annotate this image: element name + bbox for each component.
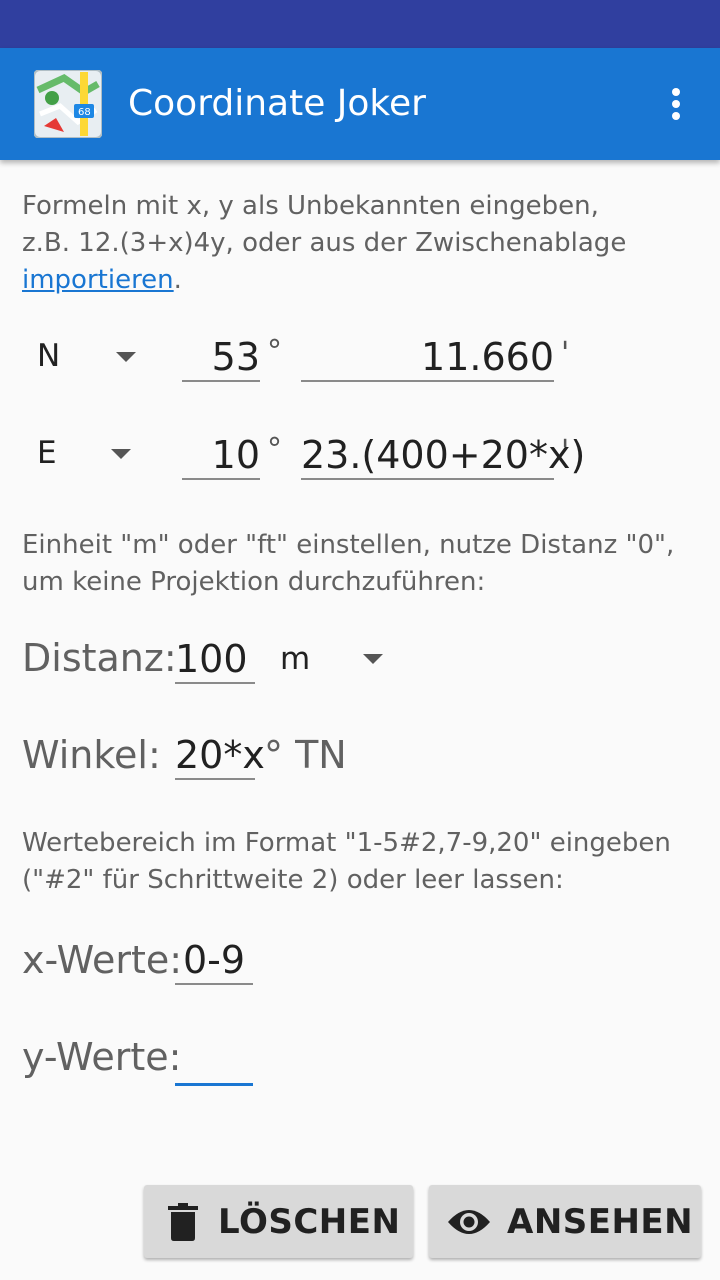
angle-unit: ° TN <box>264 733 347 777</box>
lat-hemisphere-select[interactable]: N <box>37 338 60 374</box>
projection-hint: Einheit "m" oder "ft" einstellen, nutze … <box>22 527 702 601</box>
y-values-field[interactable] <box>175 1038 253 1086</box>
app-bar: 68 Coordinate Joker <box>0 48 720 160</box>
lon-minute-symbol: ' <box>561 434 570 469</box>
intro-period: . <box>173 265 182 295</box>
x-values-label: x-Werte: <box>22 938 183 982</box>
distance-label: Distanz: <box>22 636 177 680</box>
projection-hint-line-1: Einheit "m" oder "ft" einstellen, nutze … <box>22 530 675 560</box>
distance-field[interactable]: 100 <box>175 636 255 684</box>
lat-minute-symbol: ' <box>561 336 570 371</box>
distance-unit-select[interactable]: m <box>280 641 310 677</box>
view-button-label: ANSEHEN <box>507 1201 694 1242</box>
intro-line-2: z.B. 12.(3+x)4y, oder aus der Zwischenab… <box>22 228 627 258</box>
import-link[interactable]: importieren <box>22 265 174 295</box>
lon-hemisphere-select[interactable]: E <box>37 435 57 471</box>
lon-dropdown-icon[interactable] <box>111 449 131 459</box>
range-hint-line-2: ("#2" für Schrittweite 2) oder leer lass… <box>22 865 564 895</box>
view-button[interactable]: ANSEHEN <box>429 1185 701 1258</box>
intro-line-1: Formeln mit x, y als Unbekannten eingebe… <box>22 191 599 221</box>
lat-degrees-field[interactable]: 53 <box>182 334 260 382</box>
svg-text:68: 68 <box>78 107 91 118</box>
eye-icon <box>447 1207 491 1237</box>
projection-hint-line-2: um keine Projektion durchzuführen: <box>22 567 486 597</box>
range-hint: Wertebereich im Format "1-5#2,7-9,20" ei… <box>22 825 702 899</box>
lat-dropdown-icon[interactable] <box>116 352 136 362</box>
lat-degree-symbol: ° <box>267 334 282 369</box>
range-hint-line-1: Wertebereich im Format "1-5#2,7-9,20" ei… <box>22 828 671 858</box>
x-values-field[interactable]: 0-9 <box>175 937 253 985</box>
status-bar <box>0 0 720 48</box>
lon-degrees-field[interactable]: 10 <box>182 432 260 480</box>
intro-text: Formeln mit x, y als Unbekannten eingebe… <box>22 188 702 299</box>
angle-label: Winkel: <box>22 733 161 777</box>
overflow-menu-icon[interactable] <box>660 84 692 124</box>
clear-button[interactable]: LÖSCHEN <box>144 1185 413 1258</box>
distance-unit-dropdown-icon[interactable] <box>363 654 383 664</box>
lon-degree-symbol: ° <box>267 432 282 467</box>
app-title: Coordinate Joker <box>128 83 426 124</box>
lat-minutes-field[interactable]: 11.660 <box>301 334 554 382</box>
lon-minutes-field[interactable]: 23.(400+20*x) <box>301 432 585 480</box>
y-values-label: y-Werte: <box>22 1035 182 1079</box>
angle-field[interactable]: 20*x <box>175 732 265 780</box>
clear-button-label: LÖSCHEN <box>218 1201 401 1242</box>
trash-icon <box>168 1202 198 1241</box>
app-map-icon: 68 <box>33 69 103 139</box>
